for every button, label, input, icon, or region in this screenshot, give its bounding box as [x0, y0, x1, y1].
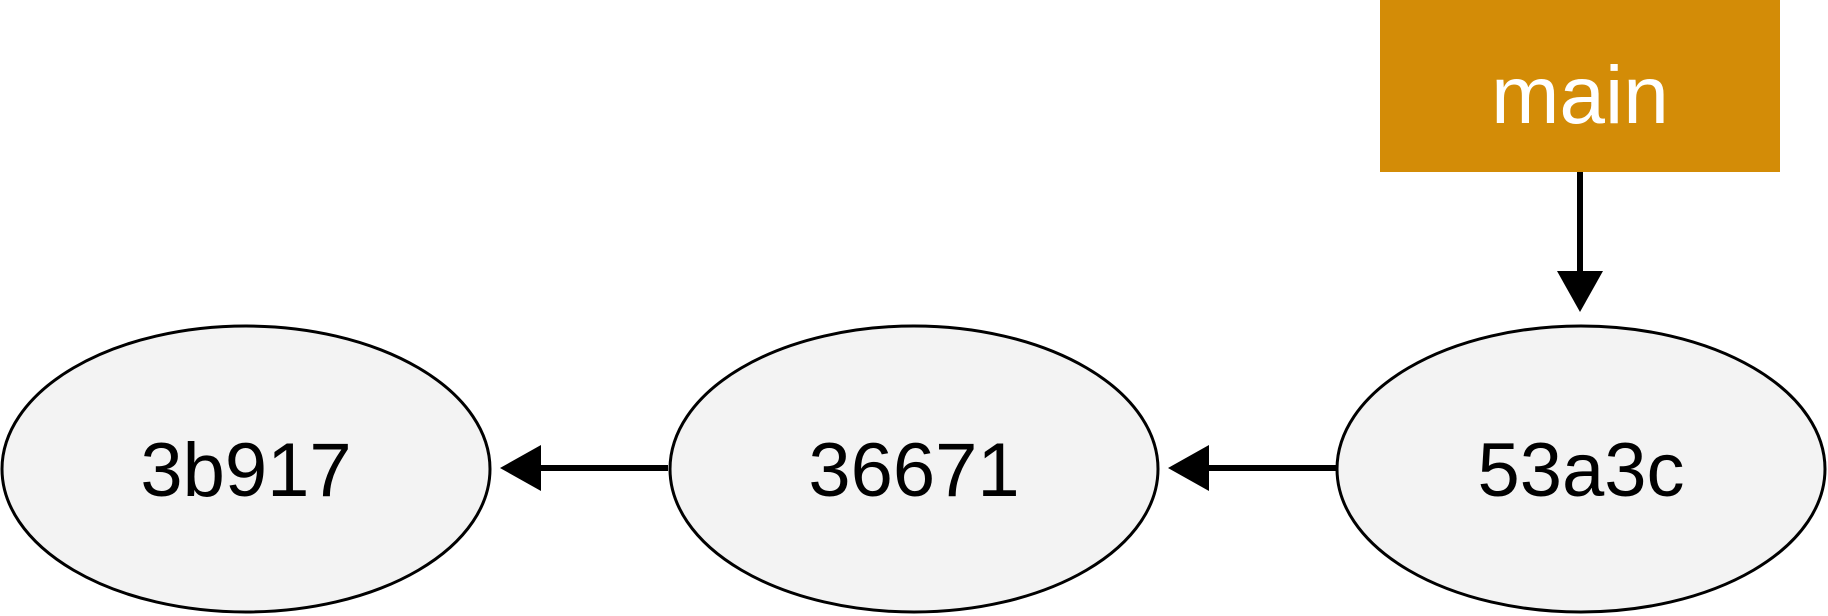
parent-link-2 — [500, 445, 668, 491]
commit-id: 53a3c — [1477, 428, 1684, 513]
branch-pointer-arrow — [1557, 172, 1603, 312]
branch-name: main — [1491, 50, 1669, 141]
commit-node-53a3c: 53a3c — [1335, 324, 1827, 614]
commit-node-36671: 36671 — [668, 324, 1160, 614]
branch-label-main: main — [1380, 0, 1780, 172]
commit-node-3b917: 3b917 — [0, 324, 492, 614]
commit-id: 36671 — [808, 428, 1019, 513]
commit-id: 3b917 — [140, 428, 351, 513]
commit-graph: main 3b917 36671 53a3c — [0, 0, 1827, 614]
parent-link-arrowhead — [1168, 445, 1209, 491]
parent-link-arrowhead — [500, 445, 541, 491]
branch-pointer-arrowhead — [1557, 271, 1603, 312]
parent-link-1 — [1168, 445, 1336, 491]
